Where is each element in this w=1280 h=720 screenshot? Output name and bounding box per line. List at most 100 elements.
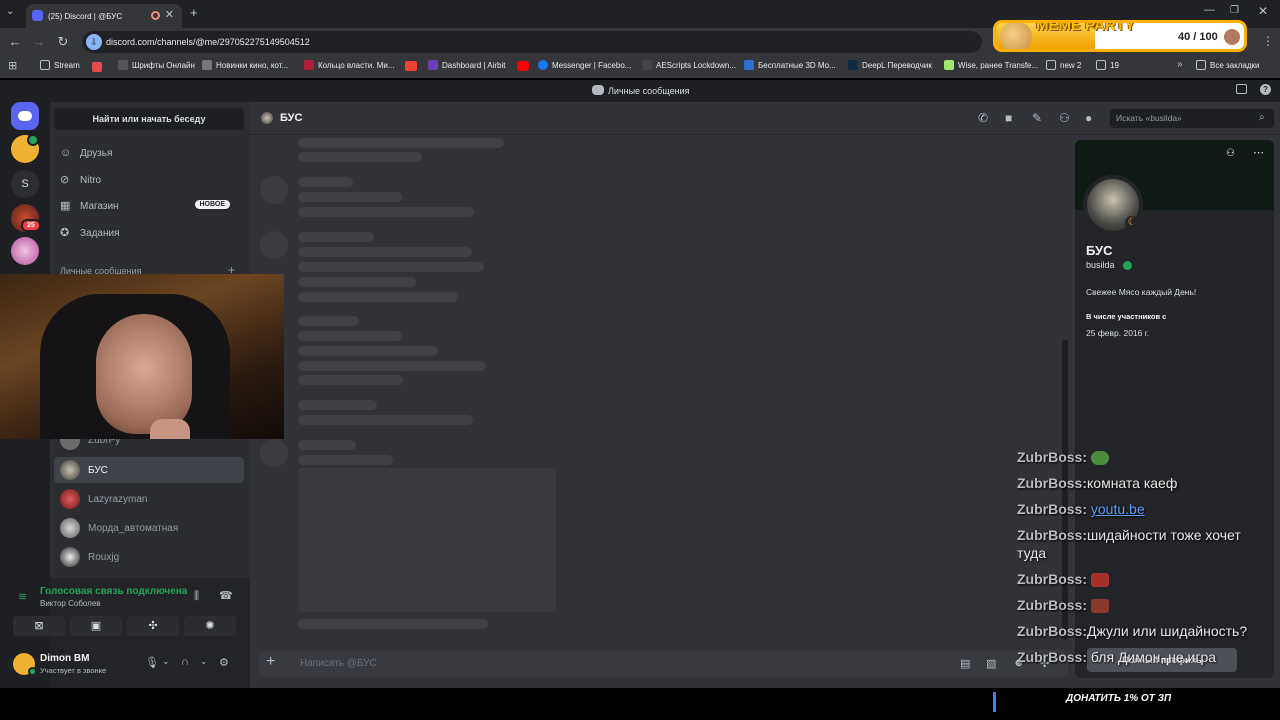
- bookmark-new2[interactable]: new 2: [1046, 60, 1081, 70]
- help-icon[interactable]: ?: [1260, 84, 1271, 95]
- bookmark-kino[interactable]: Новинки кино, кот...: [202, 60, 288, 70]
- bookmark-airbit[interactable]: Dashboard | Airbit: [428, 60, 505, 70]
- signal-icon[interactable]: ≋: [18, 590, 27, 603]
- home-dm-button[interactable]: [11, 102, 39, 130]
- meme-party-count: 40 / 100: [1178, 31, 1218, 43]
- headphones-icon[interactable]: ∩: [181, 656, 189, 668]
- url-text: discord.com/channels/@me/297052275149504…: [106, 37, 310, 47]
- skeleton-line: [298, 361, 486, 371]
- folder-icon: [40, 60, 50, 70]
- close-window-icon[interactable]: ✕: [1258, 4, 1268, 18]
- add-friends-icon[interactable]: ⚇: [1059, 111, 1070, 125]
- browser-tab[interactable]: (25) Discord | @БУС ✕: [26, 4, 182, 28]
- tab-close-icon[interactable]: ✕: [165, 8, 174, 21]
- reload-icon[interactable]: ↻: [55, 34, 71, 50]
- microphone-icon[interactable]: 🎙: [145, 656, 159, 669]
- site-info-icon[interactable]: ⇩: [86, 34, 102, 50]
- server-s[interactable]: S: [11, 170, 39, 198]
- dm-item-selected[interactable]: БУС: [54, 457, 244, 483]
- nav-quests[interactable]: ✪ Задания: [60, 222, 240, 244]
- bookmark-deepl[interactable]: DeepL Переводчик: [848, 60, 932, 70]
- discord-favicon-icon: [32, 10, 43, 21]
- add-friend-icon[interactable]: ⚇: [1226, 148, 1235, 159]
- username[interactable]: Dimon BM: [40, 653, 89, 664]
- pinned-messages-icon[interactable]: ✎: [1032, 111, 1042, 125]
- skeleton-line: [298, 207, 474, 217]
- attach-plus-icon[interactable]: +: [266, 653, 275, 671]
- bookmark-wise[interactable]: Wise, ранее Transfe...: [944, 60, 1038, 70]
- bookmark-messenger[interactable]: Messenger | Facebo...: [538, 60, 631, 70]
- folder-icon: [1196, 60, 1206, 70]
- bookmark-red-icon[interactable]: [92, 62, 102, 72]
- skeleton-line: [298, 247, 472, 257]
- skeleton-line: [298, 192, 402, 202]
- site-icon: [642, 60, 652, 70]
- forward-arrow-icon[interactable]: →: [31, 34, 47, 49]
- bookmark-fonts[interactable]: Шрифты Онлайн: [118, 60, 195, 70]
- new-tab-button[interactable]: +: [190, 5, 198, 20]
- user-profile-icon[interactable]: ●: [1085, 111, 1092, 125]
- video-call-icon[interactable]: ■: [1005, 111, 1012, 125]
- chat-link[interactable]: youtu.be: [1091, 501, 1145, 517]
- voice-channel-name[interactable]: Виктор Соболев: [40, 599, 101, 608]
- bookmark-rings[interactable]: Кольцо власти. Ми...: [304, 60, 395, 70]
- youtube-icon[interactable]: [517, 61, 529, 71]
- donor-avatar: [1224, 29, 1240, 45]
- skeleton-line: [298, 177, 353, 187]
- chat-message: ZubrBoss: youtu.be: [1017, 501, 1145, 517]
- bookmark-3d[interactable]: Бесплатные 3D Mo...: [744, 60, 836, 70]
- nav-nitro[interactable]: ⊘ Nitro: [60, 169, 240, 191]
- camera-off-icon: ⊠: [34, 620, 44, 632]
- more-bookmarks-icon[interactable]: »: [1177, 59, 1183, 70]
- chevron-down-icon[interactable]: ⌄: [162, 656, 170, 667]
- soundboard-button[interactable]: ✺: [184, 616, 236, 636]
- skeleton-line: [298, 277, 416, 287]
- gmail-icon[interactable]: [405, 61, 417, 71]
- url-field[interactable]: ⇩ discord.com/channels/@me/2970522751495…: [82, 31, 982, 53]
- sticker-icon[interactable]: ▧: [986, 657, 996, 670]
- bookmark-stream[interactable]: Stream: [40, 60, 80, 70]
- tab-list-chevron-icon[interactable]: ⌄: [6, 6, 14, 17]
- camera-off-button[interactable]: ⊠: [13, 616, 65, 636]
- avatar: [60, 460, 80, 480]
- find-conversation-button[interactable]: Найти или начать беседу: [54, 108, 244, 130]
- dm-item[interactable]: Lazyrazyman: [54, 486, 244, 512]
- profile-display-name: БУС: [1086, 243, 1113, 258]
- chat-avatar: [261, 112, 273, 124]
- voice-status[interactable]: Голосовая связь подключена: [40, 586, 187, 597]
- noise-suppression-icon[interactable]: ⫼: [194, 590, 199, 603]
- dm-item[interactable]: Rouxjg: [54, 544, 244, 570]
- voice-call-icon[interactable]: ✆: [978, 111, 988, 125]
- minimize-icon[interactable]: —: [1204, 4, 1215, 16]
- server-icon[interactable]: [11, 237, 39, 265]
- nav-friends[interactable]: ☺ Друзья: [60, 142, 240, 164]
- gif-icon[interactable]: ▤: [960, 657, 970, 670]
- screen-share-button[interactable]: ▣: [70, 616, 122, 636]
- soundboard-icon: ✺: [205, 620, 215, 632]
- dm-item[interactable]: Морда_автоматная: [54, 515, 244, 541]
- skeleton-line: [298, 292, 458, 302]
- search-input[interactable]: Искать «busilda»: [1110, 109, 1274, 128]
- activities-button[interactable]: ✣: [127, 616, 179, 636]
- nav-shop[interactable]: ▦ Магазин НОВОЕ: [60, 195, 240, 217]
- bookmark-19[interactable]: 19: [1096, 60, 1119, 70]
- chevron-down-icon[interactable]: ⌄: [200, 656, 208, 667]
- inbox-icon[interactable]: [1236, 84, 1247, 94]
- message-input-bar[interactable]: [258, 650, 1068, 678]
- discord-window-title: Личные сообщения: [608, 86, 690, 96]
- bookmark-aescripts[interactable]: AEScripts Lockdown...: [642, 60, 736, 70]
- skeleton-line: [298, 316, 359, 326]
- settings-gear-icon[interactable]: ⚙: [219, 656, 229, 669]
- message-input[interactable]: Написать @БУС: [300, 658, 377, 669]
- chat-message: ZubrBoss:Джули или шидайность?: [1017, 623, 1248, 639]
- browser-menu-icon[interactable]: ⋮: [1262, 34, 1274, 48]
- screen-share-icon: ▣: [90, 620, 102, 632]
- webcam-person: [96, 314, 192, 434]
- maximize-icon[interactable]: ❐: [1230, 5, 1239, 16]
- back-arrow-icon[interactable]: ←: [7, 34, 23, 49]
- webcam-overlay: [0, 274, 284, 439]
- more-options-icon[interactable]: ⋯: [1253, 146, 1264, 159]
- apps-grid-icon[interactable]: ⊞: [8, 59, 17, 72]
- all-bookmarks[interactable]: Все закладки: [1196, 60, 1259, 70]
- disconnect-icon[interactable]: ☎: [219, 589, 233, 602]
